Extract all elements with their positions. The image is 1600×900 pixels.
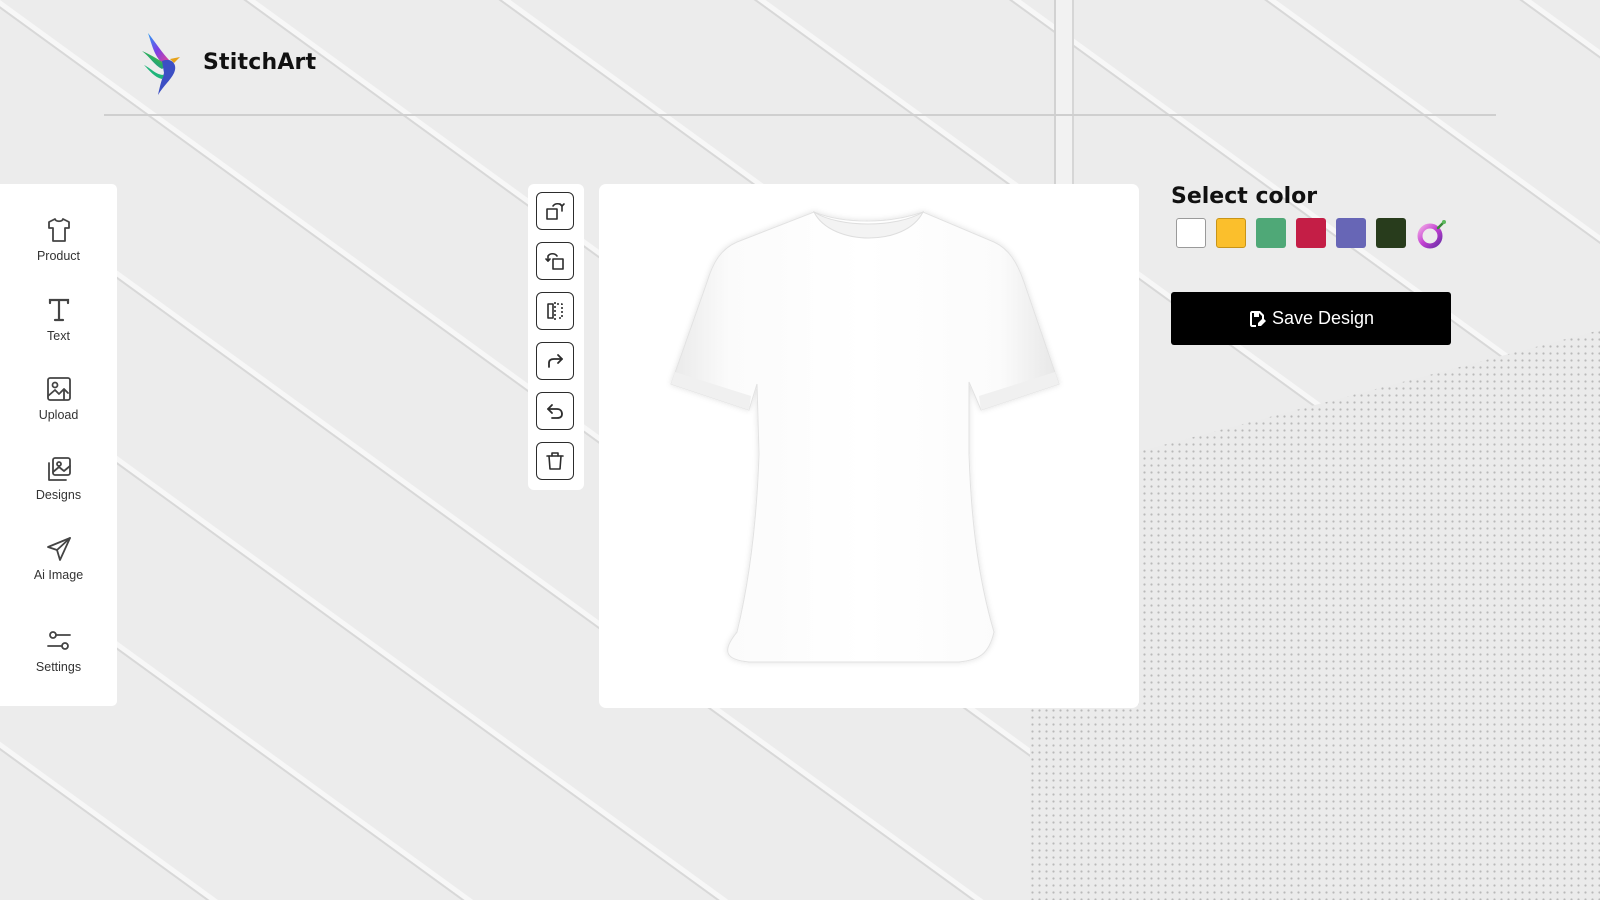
- sidebar-item-ai-image[interactable]: Ai Image: [0, 535, 117, 582]
- trash-icon: [546, 452, 564, 470]
- color-swatch-red[interactable]: [1296, 218, 1326, 248]
- image-upload-icon: [46, 377, 71, 401]
- undo-icon: [547, 404, 563, 419]
- sliders-icon: [46, 631, 71, 650]
- sidebar-item-product[interactable]: Product: [0, 216, 117, 263]
- gallery-icon: [47, 457, 71, 481]
- paper-plane-icon: [46, 537, 71, 561]
- send-backward-icon: [545, 252, 564, 270]
- flip-button[interactable]: [536, 292, 574, 330]
- sidebar-item-label: Designs: [35, 488, 82, 502]
- sidebar-item-upload[interactable]: Upload: [0, 375, 117, 422]
- sidebar-item-label: Product: [36, 249, 81, 263]
- bring-forward-icon: [546, 202, 565, 220]
- color-swatch-dark-green[interactable]: [1376, 218, 1406, 248]
- header: StitchArt: [104, 28, 1496, 116]
- tshirt-icon: [47, 218, 70, 242]
- save-design-label: Save Design: [1271, 308, 1375, 328]
- select-color-title: Select color: [1171, 184, 1318, 209]
- color-swatch-green[interactable]: [1256, 218, 1286, 248]
- design-canvas[interactable]: [599, 184, 1139, 708]
- color-swatch-white[interactable]: [1176, 218, 1206, 248]
- tool-sidebar: Product Text Upload Designs Ai Image Set…: [0, 184, 117, 706]
- color-swatch-yellow[interactable]: [1216, 218, 1246, 248]
- bring-forward-button[interactable]: [536, 192, 574, 230]
- sidebar-item-label: Text: [47, 329, 70, 343]
- sidebar-item-text[interactable]: Text: [0, 296, 117, 343]
- sidebar-item-designs[interactable]: Designs: [0, 455, 117, 502]
- text-icon: [48, 298, 69, 322]
- color-selector: Select color: [1171, 184, 1446, 249]
- delete-button[interactable]: [536, 442, 574, 480]
- undo-button[interactable]: [536, 392, 574, 430]
- sidebar-item-label: Ai Image: [33, 568, 84, 582]
- sidebar-item-settings[interactable]: Settings: [0, 627, 117, 674]
- flip-icon: [547, 302, 563, 320]
- redo-icon: [548, 354, 563, 368]
- color-swatch-purple[interactable]: [1336, 218, 1366, 248]
- send-backward-button[interactable]: [536, 242, 574, 280]
- custom-color-picker-icon[interactable]: [1416, 218, 1448, 250]
- swatch-row: [1176, 218, 1448, 250]
- bird-logo-icon[interactable]: [140, 31, 186, 97]
- brand-name: StitchArt: [203, 50, 317, 75]
- edit-toolbar: [528, 184, 584, 490]
- save-icon: [1249, 310, 1266, 327]
- save-design-button[interactable]: Save Design: [1171, 292, 1451, 345]
- tshirt-product-image: [670, 210, 1060, 663]
- redo-button[interactable]: [536, 342, 574, 380]
- sidebar-item-label: Upload: [38, 408, 79, 422]
- sidebar-item-label: Settings: [35, 660, 82, 674]
